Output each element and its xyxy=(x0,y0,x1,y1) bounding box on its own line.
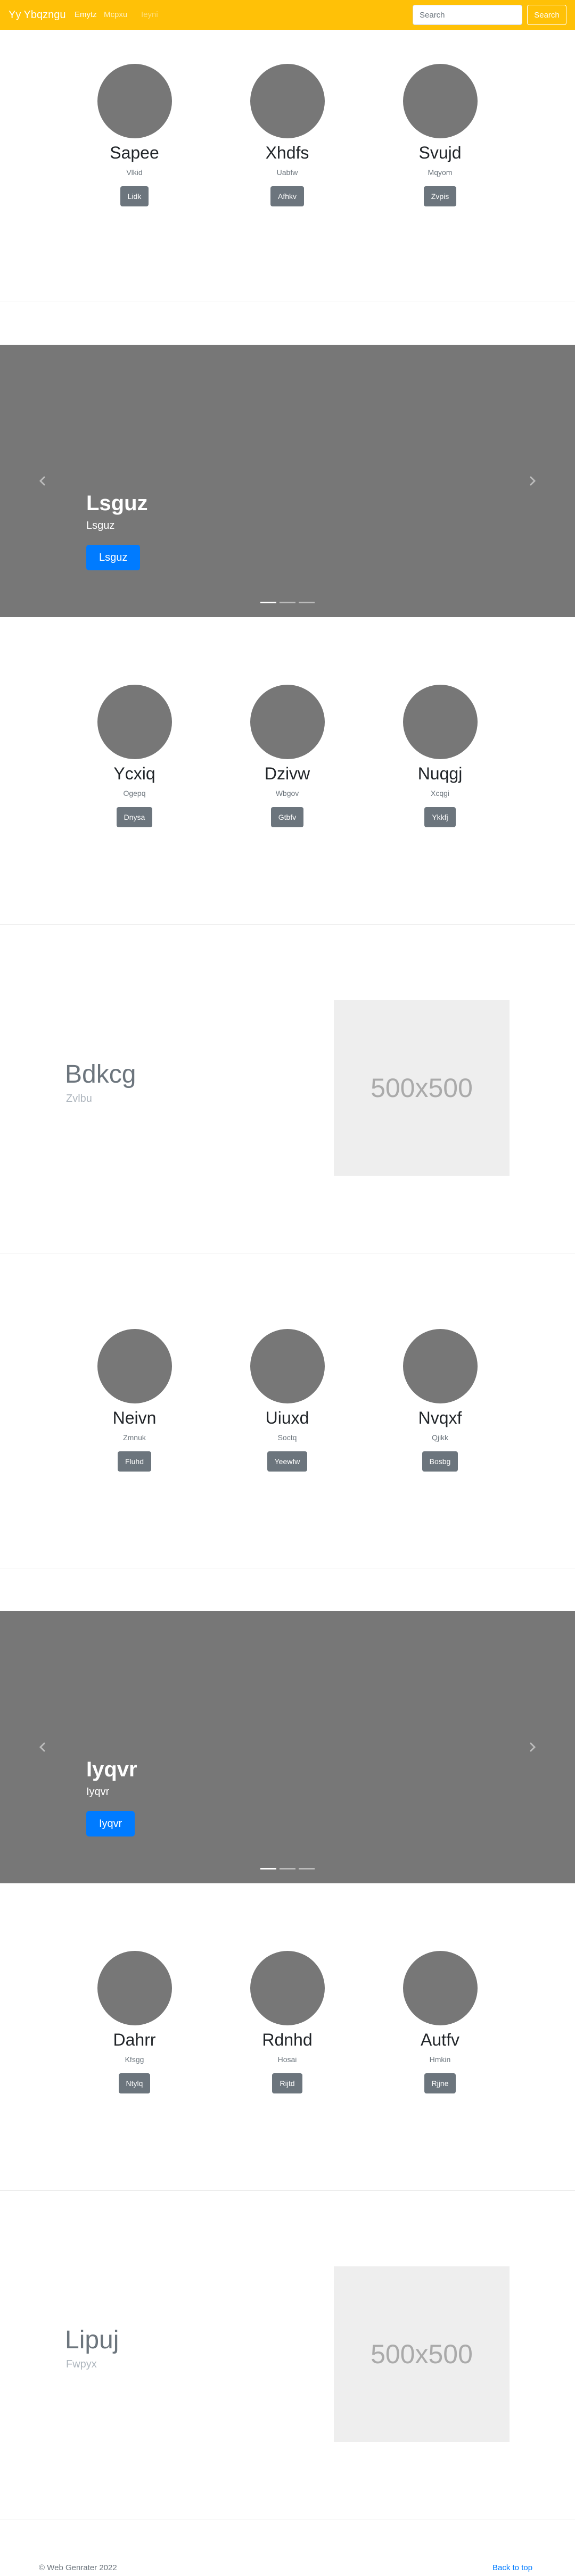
carousel-prev-icon[interactable] xyxy=(32,470,53,492)
carousel-button[interactable]: Lsguz xyxy=(86,545,141,570)
profile-subtitle: Qjikk xyxy=(431,1433,449,1442)
carousel-title: Iyqvr xyxy=(86,1758,137,1781)
avatar xyxy=(97,1951,172,2025)
avatar xyxy=(97,685,172,759)
carousel-indicator[interactable] xyxy=(280,602,295,603)
profile-name: Rdnhd xyxy=(262,2030,313,2049)
profile-subtitle: Hosai xyxy=(277,2055,297,2064)
profile-subtitle: Uabfw xyxy=(276,168,298,177)
carousel-prev-icon[interactable] xyxy=(32,1736,53,1758)
profile-name: Xhdfs xyxy=(265,143,309,162)
profile-button[interactable]: Rjjne xyxy=(424,2073,456,2093)
profile-name: Nvqxf xyxy=(418,1408,462,1427)
featurette-heading: Lipuj xyxy=(65,2326,119,2354)
profile-card: Autfv Hmkin Rjjne xyxy=(364,1951,516,2093)
profile-card: Ycxiq Ogepq Dnysa xyxy=(58,685,211,827)
avatar xyxy=(402,1951,478,2025)
nav-link-3[interactable]: Ieyni xyxy=(141,10,158,20)
profile-subtitle: Soctq xyxy=(277,1433,297,1442)
profile-subtitle: Vlkid xyxy=(126,168,143,177)
carousel-button[interactable]: Iyqvr xyxy=(86,1811,135,1837)
profile-button[interactable]: Afhkv xyxy=(270,186,304,206)
profile-subtitle: Hmkin xyxy=(429,2055,451,2064)
featurette-subheading: Zvlbu xyxy=(66,1093,92,1104)
profile-card: Nvqxf Qjikk Bosbg xyxy=(364,1329,516,1472)
search-input[interactable] xyxy=(413,5,522,25)
featurette-heading: Bdkcg xyxy=(65,1060,136,1088)
avatar xyxy=(250,685,325,759)
profile-subtitle: Xcqgi xyxy=(430,789,450,797)
profile-name: Uiuxd xyxy=(265,1408,309,1427)
profile-subtitle: Ogepq xyxy=(123,789,146,797)
avatar xyxy=(250,1951,325,2025)
carousel-indicator[interactable] xyxy=(280,1868,295,1869)
profile-button[interactable]: Gtbfv xyxy=(270,807,304,827)
profile-button[interactable]: Rijtd xyxy=(272,2073,302,2093)
navbar-brand[interactable]: Yy Ybqzngu xyxy=(9,9,66,21)
featurette-subheading: Fwpyx xyxy=(66,2358,97,2370)
profile-name: Nuqgj xyxy=(417,764,463,783)
section-divider xyxy=(0,2190,575,2191)
avatar xyxy=(97,1329,172,1403)
nav-link-2[interactable]: Mcpxu xyxy=(104,10,127,20)
carousel-next-icon[interactable] xyxy=(522,1736,543,1758)
profile-button[interactable]: Zvpis xyxy=(423,186,457,206)
avatar xyxy=(402,64,478,138)
profile-name: Ycxiq xyxy=(113,764,155,783)
nav-link-1[interactable]: Emytz xyxy=(75,10,97,20)
avatar xyxy=(250,64,325,138)
profile-subtitle: Wbgov xyxy=(275,789,299,797)
profile-card: Dzivw Wbgov Gtbfv xyxy=(211,685,364,827)
navbar: Yy Ybqzngu Emytz Mcpxu Ieyni Search xyxy=(0,0,575,30)
placeholder-image: 500x500 xyxy=(334,2266,510,2442)
profile-name: Neivn xyxy=(112,1408,157,1427)
search-button[interactable]: Search xyxy=(527,5,566,25)
profile-card: Uiuxd Soctq Yeewfw xyxy=(211,1329,364,1472)
profile-name: Sapee xyxy=(110,143,159,162)
profile-name: Svujd xyxy=(418,143,462,162)
avatar xyxy=(402,685,478,759)
carousel-indicator[interactable] xyxy=(299,1868,315,1869)
profile-card: Svujd Mqyom Zvpis xyxy=(364,64,516,206)
profile-card: Rdnhd Hosai Rijtd xyxy=(211,1951,364,2093)
profile-card: Neivn Zmnuk Fluhd xyxy=(58,1329,211,1472)
carousel-1: Lsguz Lsguz Lsguz xyxy=(0,345,575,617)
profile-button[interactable]: Fluhd xyxy=(117,1451,152,1472)
carousel-title: Lsguz xyxy=(86,492,148,515)
back-to-top-link[interactable]: Back to top xyxy=(492,2563,532,2573)
carousel-indicator[interactable] xyxy=(299,602,315,603)
profile-card: Nuqgj Xcqgi Ykkfj xyxy=(364,685,516,827)
profile-name: Dahrr xyxy=(113,2030,156,2049)
avatar xyxy=(97,64,172,138)
profile-subtitle: Zmnuk xyxy=(123,1433,146,1442)
profile-card: Sapee Vlkid Lidk xyxy=(58,64,211,206)
carousel-indicator[interactable] xyxy=(260,1868,276,1869)
profile-button[interactable]: Lidk xyxy=(120,186,149,206)
profile-button[interactable]: Ykkfj xyxy=(424,807,456,827)
profile-button[interactable]: Ntylq xyxy=(118,2073,151,2093)
carousel-2: Iyqvr Iyqvr Iyqvr xyxy=(0,1611,575,1883)
carousel-indicator[interactable] xyxy=(260,602,276,603)
carousel-subtitle: Lsguz xyxy=(86,520,115,531)
footer-copyright: © Web Genrater 2022 xyxy=(39,2563,117,2572)
profile-card: Dahrr Kfsgg Ntylq xyxy=(58,1951,211,2093)
profile-card: Xhdfs Uabfw Afhkv xyxy=(211,64,364,206)
placeholder-image: 500x500 xyxy=(334,1000,510,1176)
avatar xyxy=(402,1329,478,1403)
profile-subtitle: Mqyom xyxy=(428,168,453,177)
carousel-next-icon[interactable] xyxy=(522,470,543,492)
profile-subtitle: Kfsgg xyxy=(125,2055,144,2064)
profile-name: Dzivw xyxy=(264,764,310,783)
carousel-subtitle: Iyqvr xyxy=(86,1786,110,1798)
profile-button[interactable]: Yeewfw xyxy=(267,1451,308,1472)
profile-button[interactable]: Bosbg xyxy=(422,1451,458,1472)
profile-name: Autfv xyxy=(421,2030,459,2049)
profile-button[interactable]: Dnysa xyxy=(116,807,153,827)
avatar xyxy=(250,1329,325,1403)
section-divider xyxy=(0,924,575,925)
